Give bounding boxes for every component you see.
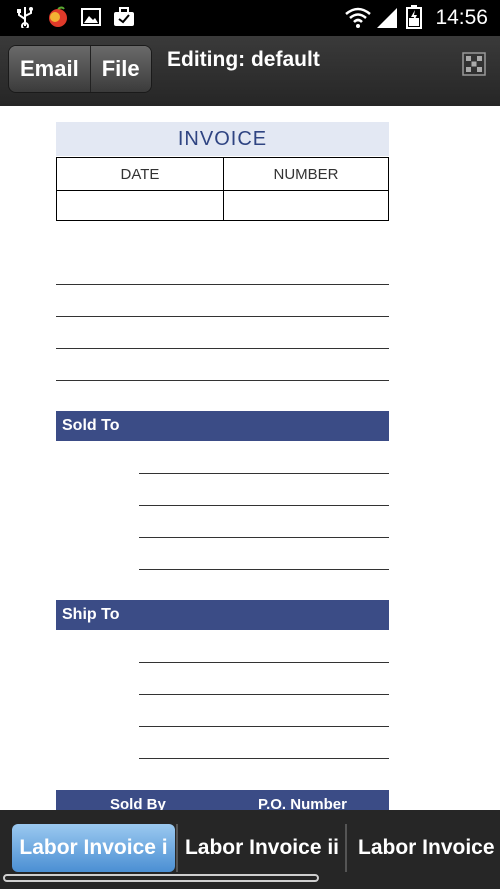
clock: 14:56	[435, 6, 488, 29]
app-notification-icon	[46, 6, 70, 28]
sold-to-line[interactable]	[139, 473, 389, 474]
tab-labor-invoice-ii[interactable]: Labor Invoice ii	[180, 824, 344, 872]
address-line[interactable]	[56, 284, 389, 285]
usb-icon	[14, 6, 36, 28]
battery-icon	[404, 5, 424, 29]
action-bar: Email File Editing: default	[0, 36, 500, 107]
tab-labor-invoice-i[interactable]: Labor Invoice i	[12, 824, 175, 872]
signal-icon	[374, 6, 400, 28]
date-header: DATE	[120, 165, 160, 183]
ship-to-header: Ship To	[56, 600, 389, 630]
address-line[interactable]	[56, 380, 389, 381]
page-title: Editing: default	[167, 48, 320, 71]
file-button[interactable]: File	[89, 46, 151, 92]
sold-by-header: Sold By	[110, 796, 166, 810]
tab-scrollbar[interactable]	[3, 874, 319, 882]
grid-pattern-icon[interactable]	[462, 52, 486, 76]
invoice-document[interactable]: INVOICE DATE NUMBER Sold To Ship To Sold…	[0, 106, 500, 810]
sold-to-line[interactable]	[139, 537, 389, 538]
tab-labor-invoice[interactable]: Labor Invoice	[350, 824, 500, 872]
action-button-group: Email File	[8, 45, 152, 93]
sold-by-header-row: Sold By P.O. Number	[56, 790, 389, 810]
po-number-header: P.O. Number	[258, 796, 347, 810]
briefcase-check-icon	[112, 6, 136, 28]
ship-to-line[interactable]	[139, 694, 389, 695]
sold-to-line[interactable]	[139, 569, 389, 570]
ship-to-line[interactable]	[139, 662, 389, 663]
number-header: NUMBER	[273, 165, 339, 183]
address-line[interactable]	[56, 348, 389, 349]
sold-to-line[interactable]	[139, 505, 389, 506]
address-line[interactable]	[56, 316, 389, 317]
image-icon	[80, 6, 102, 28]
email-button[interactable]: Email	[9, 46, 90, 92]
tab-divider	[176, 824, 178, 872]
tab-divider	[345, 824, 347, 872]
tab-bar: Labor Invoice i Labor Invoice ii Labor I…	[0, 810, 500, 889]
table-divider	[223, 158, 224, 220]
sold-to-header: Sold To	[56, 411, 389, 441]
invoice-title: INVOICE	[56, 122, 389, 156]
table-divider	[57, 190, 388, 191]
invoice-info-table: DATE NUMBER	[56, 157, 389, 221]
ship-to-line[interactable]	[139, 758, 389, 759]
ship-to-line[interactable]	[139, 726, 389, 727]
wifi-icon	[344, 6, 372, 28]
status-bar: 14:56	[0, 0, 500, 36]
